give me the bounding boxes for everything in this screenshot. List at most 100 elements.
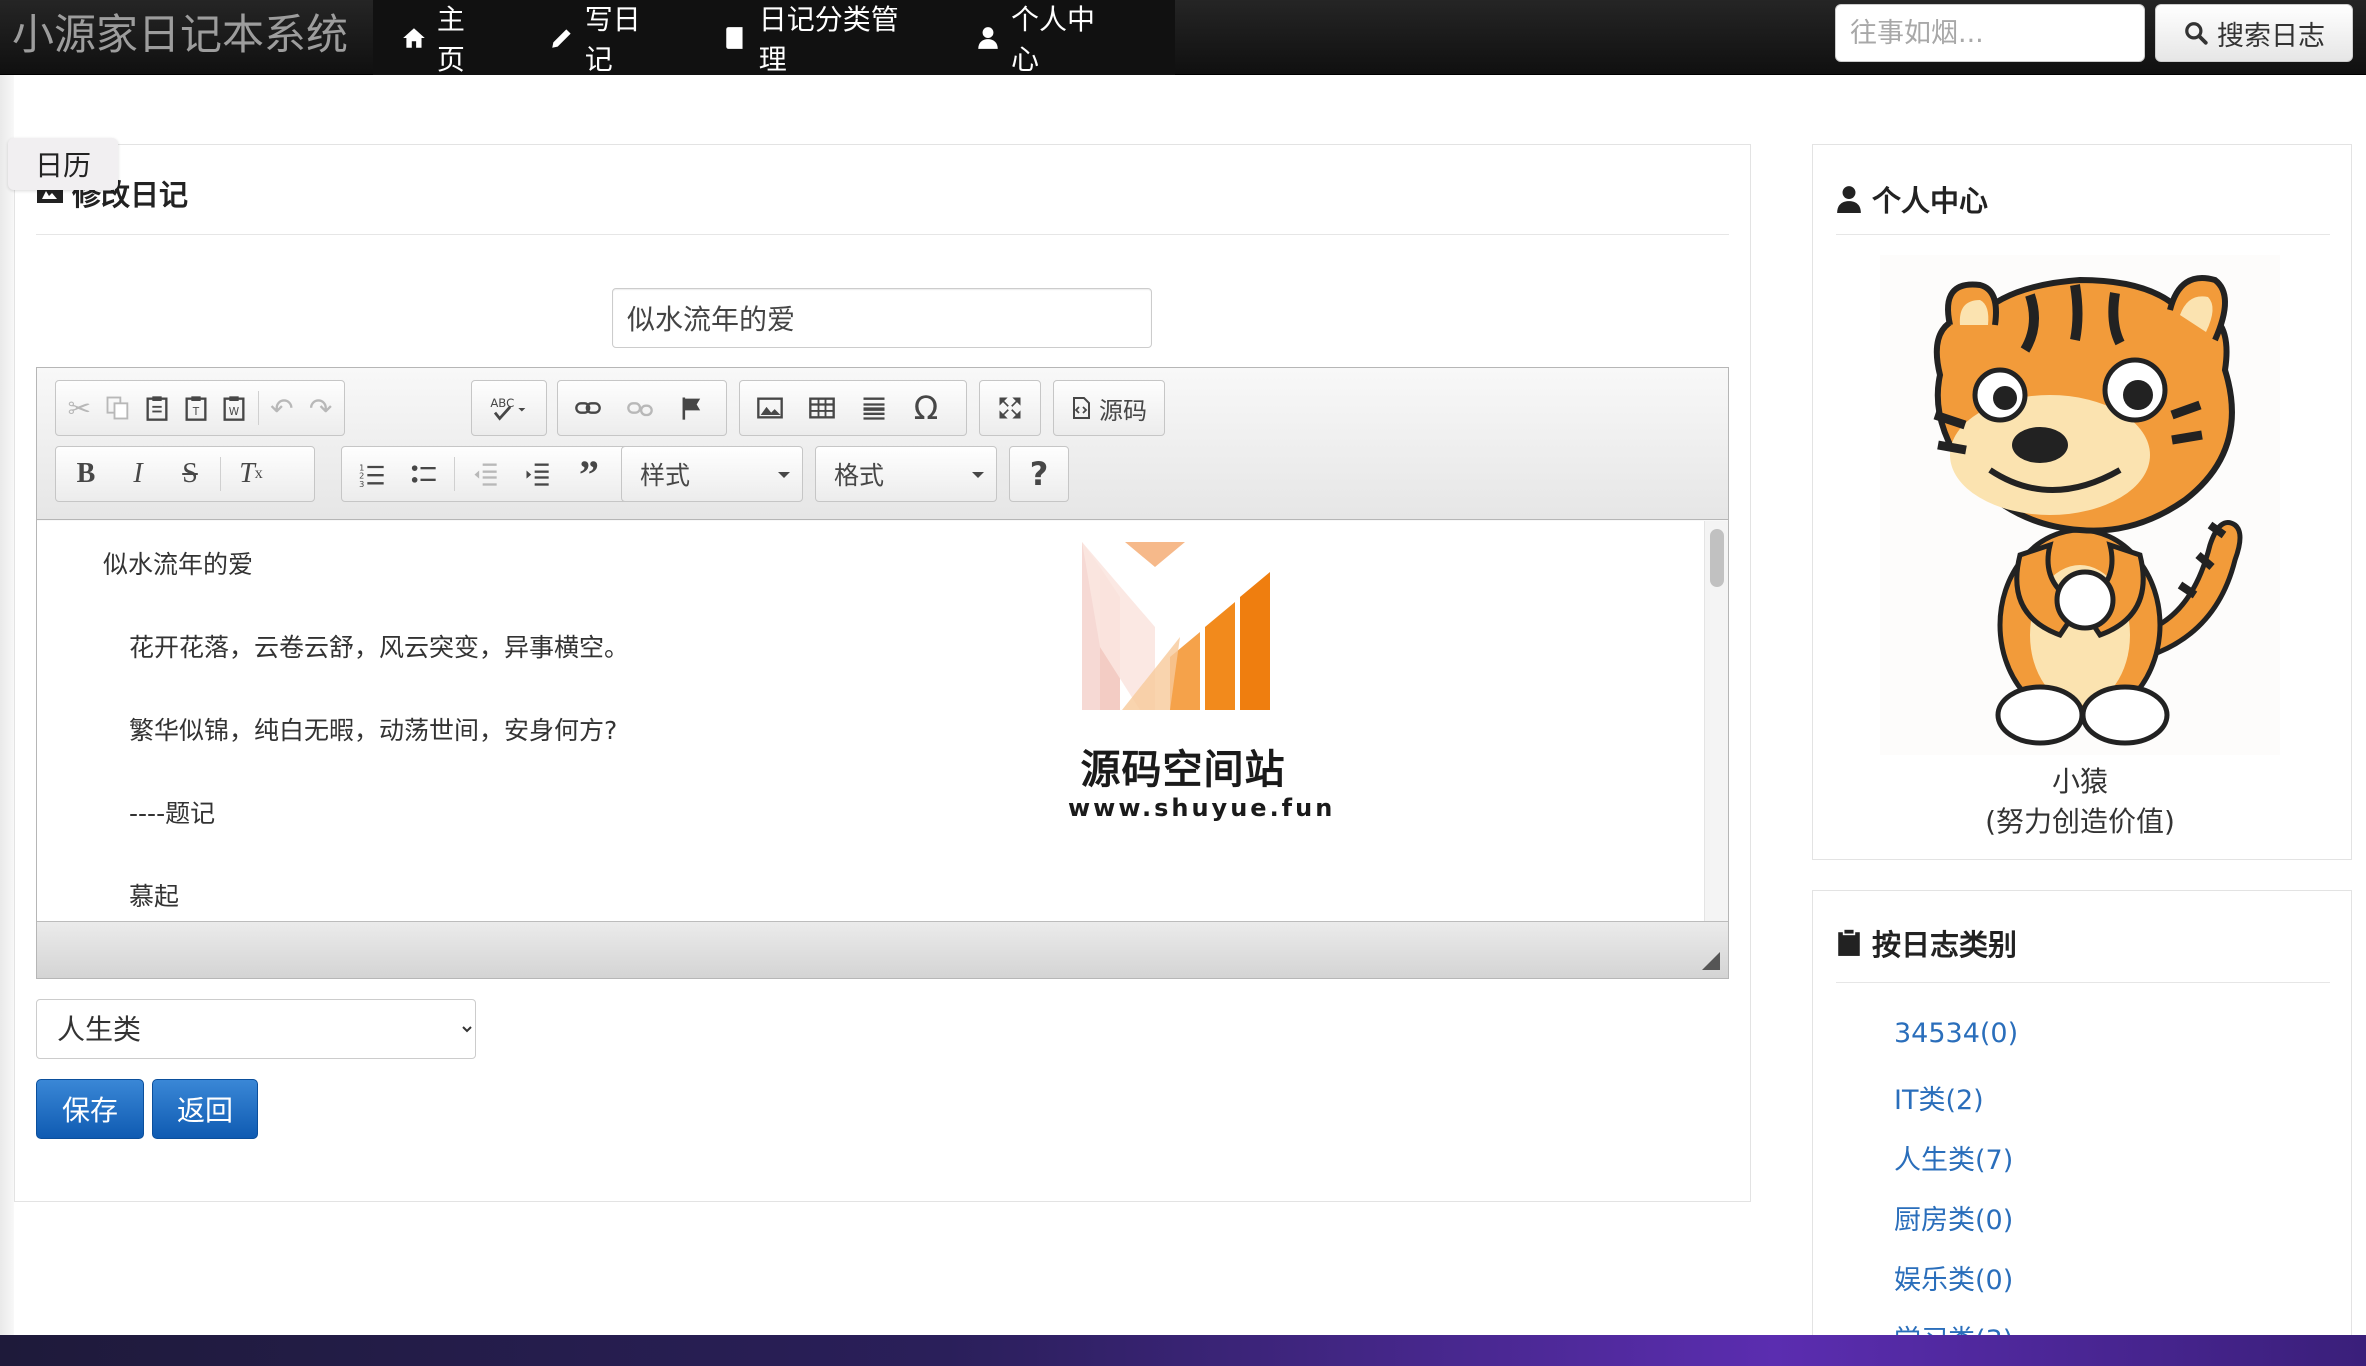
nav-item-label: 日记分类管理 <box>758 2 899 76</box>
nav-item-label: 个人中心 <box>1010 2 1095 76</box>
nav-item-write-diary[interactable]: 写日记 <box>549 0 663 76</box>
search-input[interactable] <box>1835 4 2145 62</box>
spellcheck-icon[interactable]: ABC <box>476 383 542 433</box>
search-button-label: 搜索日志 <box>2217 20 2325 52</box>
editor-toolbar: ✂ T W ↶ ↷ ABC Ω 源码 B I S T x 1 2 3 ” 样式 … <box>37 368 1728 520</box>
link-icon[interactable] <box>562 383 614 433</box>
horizontal-rule-icon[interactable] <box>848 383 900 433</box>
source-button[interactable]: 源码 <box>1058 383 1158 433</box>
category-select[interactable]: 人生类 <box>36 999 476 1059</box>
toolbar-separator <box>257 391 259 425</box>
nav-item-label: 主页 <box>436 2 465 76</box>
toolbar-group-spell: ABC <box>471 380 547 436</box>
book-icon <box>725 26 743 49</box>
nav-item-home[interactable]: 主页 <box>401 0 489 76</box>
content-line: 繁华似锦，纯白无暇，动荡世间，安身何方? <box>129 716 618 745</box>
diary-title-input[interactable] <box>612 288 1152 348</box>
category-panel-title-text: 按日志类别 <box>1872 928 2018 962</box>
toolbar-group-insert: Ω <box>739 380 967 436</box>
toolbar-separator <box>220 457 221 491</box>
watermark-url: www.shuyue.fun <box>1068 794 1336 822</box>
toolbar-group-source: 源码 <box>1053 380 1165 436</box>
nav-item-category-manage[interactable]: 日记分类管理 <box>723 0 915 76</box>
undo-icon[interactable]: ↶ <box>263 383 302 433</box>
content-line: ----题记 <box>129 799 216 828</box>
calendar-tab[interactable]: 日历 <box>8 138 118 190</box>
main-nav: 主页 写日记 日记分类管理 个人中心 <box>373 0 1175 76</box>
save-button[interactable]: 保存 <box>36 1079 144 1139</box>
bulleted-list-icon[interactable] <box>398 449 450 499</box>
divider <box>36 234 1729 235</box>
toolbar-group-links <box>557 380 727 436</box>
redo-icon[interactable]: ↷ <box>301 383 340 433</box>
search-button[interactable]: 搜索日志 <box>2155 4 2353 62</box>
chevron-down-icon <box>778 472 790 478</box>
avatar <box>1880 255 2280 755</box>
bold-icon[interactable]: B <box>60 449 112 499</box>
profile-panel-title: 个人中心 <box>1836 178 1988 220</box>
toolbar-group-clipboard: ✂ T W ↶ ↷ <box>55 380 345 436</box>
copy-icon[interactable] <box>99 383 138 433</box>
remove-format-icon[interactable]: Tx <box>225 449 277 499</box>
maximize-icon[interactable] <box>984 383 1036 433</box>
profile-panel-title-text: 个人中心 <box>1872 184 1989 218</box>
profile-motto: (努力创造价值) <box>1985 805 2175 838</box>
category-panel-title: 按日志类别 <box>1836 922 2017 964</box>
styles-dropdown-label: 样式 <box>640 461 691 490</box>
paste-text-icon[interactable]: T <box>176 383 215 433</box>
help-icon[interactable]: ? <box>1014 449 1064 499</box>
toolbar-group-paragraph: 123 ” <box>341 446 641 502</box>
numbered-list-icon[interactable]: 123 <box>346 449 398 499</box>
resize-grip-icon[interactable] <box>1702 952 1720 970</box>
svg-text:T: T <box>191 406 199 418</box>
desktop-background-strip <box>0 1335 2366 1366</box>
user-icon <box>1837 186 1861 213</box>
home-icon <box>403 27 425 48</box>
unlink-icon[interactable] <box>614 383 666 433</box>
content-line: 似水流年的爱 <box>103 550 254 579</box>
search-icon <box>2185 22 2208 45</box>
format-dropdown[interactable]: 格式 <box>815 446 997 502</box>
paste-word-icon[interactable]: W <box>215 383 254 433</box>
special-char-icon[interactable]: Ω <box>900 383 952 433</box>
divider <box>1836 234 2330 235</box>
category-link[interactable]: 厨房类(0) <box>1894 1198 2013 1237</box>
toolbar-group-basicstyles: B I S Tx <box>55 446 315 502</box>
scroll-thumb[interactable] <box>1710 529 1724 587</box>
format-dropdown-label: 格式 <box>834 461 885 490</box>
toolbar-group-view <box>979 380 1041 436</box>
nav-item-label: 写日记 <box>584 2 641 76</box>
paste-icon[interactable] <box>138 383 177 433</box>
svg-text:3: 3 <box>359 479 364 488</box>
styles-dropdown[interactable]: 样式 <box>621 446 803 502</box>
cut-icon[interactable]: ✂ <box>60 383 99 433</box>
content-line: 花开花落，云卷云舒，风云突变，异事横空。 <box>129 633 630 662</box>
category-link[interactable]: 娱乐类(0) <box>1894 1258 2013 1297</box>
image-icon[interactable] <box>744 383 796 433</box>
toolbar-separator <box>454 457 455 491</box>
indent-icon[interactable] <box>511 449 563 499</box>
blockquote-icon[interactable]: ” <box>563 449 615 499</box>
pencil-icon <box>552 28 571 48</box>
outdent-icon[interactable] <box>459 449 511 499</box>
category-link[interactable]: 34534(0) <box>1894 1018 2018 1049</box>
chevron-down-icon <box>972 472 984 478</box>
italic-icon[interactable]: I <box>112 449 164 499</box>
category-link[interactable]: 人生类(7) <box>1894 1138 2013 1177</box>
svg-text:W: W <box>229 406 240 418</box>
strikethrough-icon[interactable]: S <box>164 449 216 499</box>
left-shade <box>0 75 14 1335</box>
back-button[interactable]: 返回 <box>152 1079 258 1139</box>
anchor-icon[interactable] <box>666 383 718 433</box>
editor-content[interactable]: 似水流年的爱 花开花落，云卷云舒，风云突变，异事横空。 繁华似锦，纯白无暇，动荡… <box>37 521 1704 921</box>
table-icon[interactable] <box>796 383 848 433</box>
clipboard-icon <box>1838 929 1860 956</box>
user-icon <box>978 26 998 49</box>
category-link[interactable]: IT类(2) <box>1894 1078 1984 1117</box>
brand-title[interactable]: 小源家日记本系统 <box>12 0 348 75</box>
nav-item-profile[interactable]: 个人中心 <box>975 0 1115 76</box>
source-icon <box>1073 397 1090 419</box>
editor-scrollbar[interactable] <box>1704 521 1728 921</box>
watermark-title: 源码空间站 <box>1080 747 1286 793</box>
source-button-label: 源码 <box>1099 396 1147 425</box>
